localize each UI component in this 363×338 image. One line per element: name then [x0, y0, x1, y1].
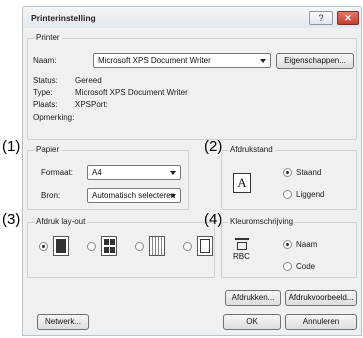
- color-code-icon: RBC: [233, 238, 250, 262]
- print-preview-button[interactable]: Afdrukvoorbeeld...: [285, 290, 357, 306]
- ok-button[interactable]: OK: [223, 314, 281, 330]
- chevron-down-icon: [170, 194, 176, 198]
- paper-format-value: A4: [92, 168, 102, 177]
- orientation-group-label: Afdrukstand: [228, 145, 275, 154]
- close-button[interactable]: ✕: [337, 11, 359, 25]
- layout-group-label: Afdruk lay-out: [34, 217, 88, 226]
- marker-1: (1): [2, 138, 21, 155]
- radio-layout-2[interactable]: [87, 242, 96, 251]
- landscape-label: Liggend: [296, 190, 325, 199]
- radio-name[interactable]: [283, 240, 292, 249]
- portrait-letter-icon: A: [233, 173, 251, 193]
- radio-portrait[interactable]: [283, 168, 292, 177]
- paper-format-select[interactable]: A4: [87, 165, 181, 180]
- status-label: Status:: [33, 76, 58, 85]
- chevron-down-icon: [260, 59, 266, 63]
- title-bar: Printerinstelling ? ✕: [22, 6, 362, 28]
- printer-name-select[interactable]: Microsoft XPS Document Writer: [93, 53, 271, 68]
- properties-button[interactable]: Eigenschappen...: [276, 53, 354, 69]
- radio-landscape[interactable]: [283, 190, 292, 199]
- paper-group-label: Papier: [34, 145, 62, 154]
- printer-settings-dialog: Printerinstelling ? ✕ Printer Naam: Micr…: [0, 0, 363, 338]
- chevron-down-icon: [170, 171, 176, 175]
- marker-3: (3): [2, 211, 21, 228]
- print-button[interactable]: Afdrukken...: [225, 290, 281, 306]
- layout-single-page-icon: [53, 236, 69, 256]
- layout-four-pages-icon: [101, 236, 117, 256]
- layout-grid-pages-icon: [149, 236, 165, 256]
- window-title: Printerinstelling: [31, 13, 96, 23]
- code-option-label: Code: [296, 262, 316, 271]
- color-code-icon-text: RBC: [233, 252, 250, 261]
- paper-source-select[interactable]: Automatisch selecteren: [87, 188, 181, 203]
- radio-layout-3[interactable]: [135, 242, 144, 251]
- radio-layout-4[interactable]: [183, 242, 192, 251]
- format-label: Formaat:: [41, 168, 74, 177]
- location-label: Plaats:: [33, 100, 58, 109]
- layout-framed-page-icon: [197, 236, 213, 256]
- name-option-label: Naam: [296, 240, 318, 249]
- printer-group-label: Printer: [34, 33, 62, 42]
- name-label: Naam:: [33, 56, 57, 65]
- dialog-body: Printer Naam: Microsoft XPS Document Wri…: [22, 28, 362, 336]
- printer-name-value: Microsoft XPS Document Writer: [98, 56, 211, 65]
- help-button[interactable]: ?: [309, 11, 333, 25]
- color-group-label: Kleuromschrijving: [228, 217, 296, 226]
- portrait-label: Staand: [296, 168, 322, 177]
- cancel-button[interactable]: Annuleren: [285, 314, 357, 330]
- marker-4: (4): [204, 211, 223, 228]
- network-button[interactable]: Netwerk...: [37, 314, 89, 330]
- radio-code[interactable]: [283, 262, 292, 271]
- location-value: XPSPort:: [75, 100, 108, 109]
- status-value: Gereed: [75, 76, 102, 85]
- marker-2: (2): [204, 138, 223, 155]
- paper-source-value: Automatisch selecteren: [92, 191, 176, 200]
- comment-label: Opmerking:: [33, 113, 75, 122]
- type-value: Microsoft XPS Document Writer: [75, 88, 188, 97]
- source-label: Bron:: [41, 191, 61, 200]
- type-label: Type:: [33, 88, 53, 97]
- radio-layout-1[interactable]: [39, 242, 48, 251]
